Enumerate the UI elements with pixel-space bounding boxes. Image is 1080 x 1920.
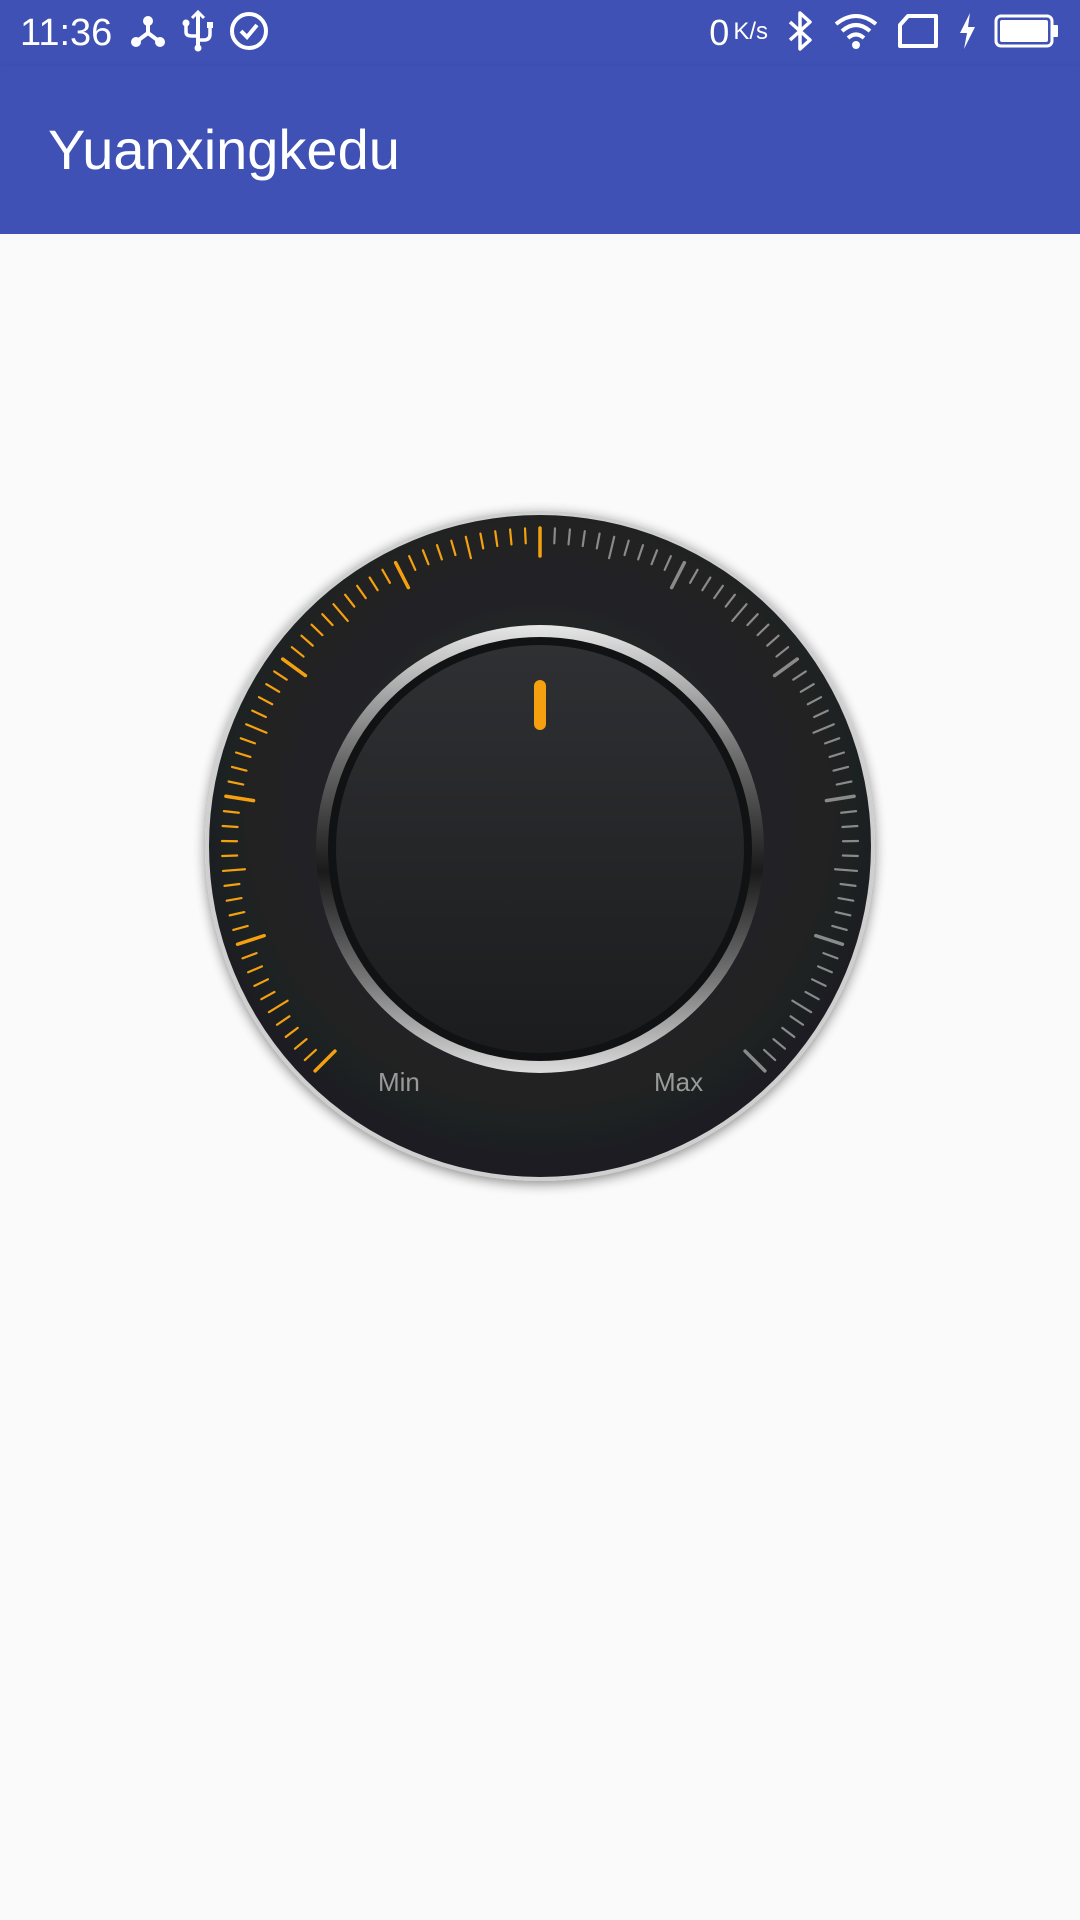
dial-tick bbox=[523, 527, 527, 545]
min-label: Min bbox=[378, 1067, 420, 1097]
charging-bolt-icon bbox=[956, 11, 978, 56]
status-time: 11:36 bbox=[20, 12, 113, 54]
dial-tick bbox=[553, 527, 557, 545]
knob-indicator bbox=[534, 680, 546, 730]
network-speed-value: 0 bbox=[709, 12, 730, 53]
sim-card-icon bbox=[896, 13, 940, 54]
network-speed: 0 K/s bbox=[709, 12, 768, 54]
knob-dial-graphic[interactable]: Min Max bbox=[190, 496, 890, 1196]
status-left-icons bbox=[128, 9, 270, 57]
check-circle-icon bbox=[228, 10, 270, 57]
max-label: Max bbox=[654, 1067, 703, 1097]
status-right-icons: 0 K/s bbox=[709, 10, 1060, 56]
wifi-icon bbox=[832, 10, 880, 57]
knob-dial[interactable]: Min Max bbox=[190, 496, 890, 1196]
dial-tick bbox=[508, 528, 513, 546]
network-share-icon bbox=[128, 11, 168, 56]
status-bar: 11:36 0 K/s bbox=[0, 0, 1080, 66]
bluetooth-icon bbox=[784, 10, 816, 57]
dial-tick bbox=[841, 824, 859, 829]
app-title: Yuanxingkedu bbox=[48, 118, 400, 181]
network-speed-unit: K/s bbox=[733, 18, 768, 45]
dial-tick bbox=[567, 528, 572, 546]
battery-icon bbox=[994, 13, 1060, 54]
dial-tick bbox=[221, 824, 239, 829]
usb-icon bbox=[180, 9, 216, 57]
app-bar: Yuanxingkedu bbox=[0, 66, 1080, 234]
